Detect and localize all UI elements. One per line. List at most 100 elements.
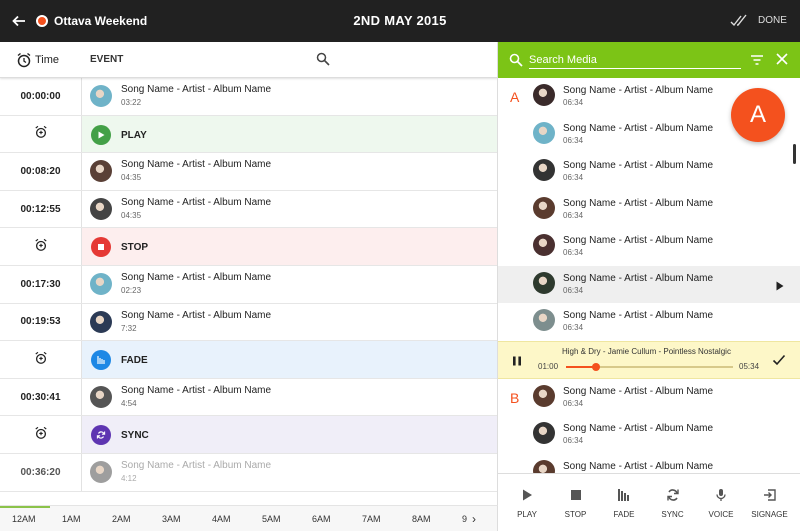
timeline-tick[interactable]: 5AM	[262, 514, 281, 524]
schedule-song-row[interactable]: 00:17:30 Song Name - Artist - Album Name 0…	[0, 265, 497, 304]
album-art-thumbnail	[533, 422, 555, 444]
toolbar-label: SYNC	[661, 510, 684, 519]
album-art-thumbnail	[533, 121, 555, 144]
back-arrow-icon[interactable]	[9, 11, 29, 31]
toolbar-play-button[interactable]: PLAY	[503, 474, 551, 531]
album-art-thumbnail	[90, 385, 112, 408]
play-icon[interactable]	[775, 279, 785, 291]
song-duration: 06:34	[563, 398, 584, 408]
timeline-tick[interactable]: 4AM	[212, 514, 231, 524]
timeline-tick[interactable]: 2AM	[112, 514, 131, 524]
event-cell: FADE	[82, 341, 497, 378]
schedule-song-row[interactable]: 00:12:55 Song Name - Artist - Album Name 0…	[0, 190, 497, 229]
done-button[interactable]: DONE	[758, 15, 787, 26]
signage-icon	[763, 488, 777, 502]
close-icon[interactable]	[776, 53, 788, 65]
alarm-cell	[0, 416, 82, 453]
schedule-song-row[interactable]: 00:36:20 Song Name - Artist - Album Name 4…	[0, 453, 497, 492]
media-list-item[interactable]: Song Name - Artist - Album Name06:34	[498, 416, 800, 454]
media-list-item[interactable]: Song Name - Artist - Album Name 06:34	[498, 228, 800, 266]
done-all-icon[interactable]	[730, 12, 750, 30]
schedule-song-row[interactable]: 00:08:20 Song Name - Artist - Album Name 0…	[0, 153, 497, 191]
media-list-item[interactable]: Song Name - Artist - Album Name06:34	[498, 153, 800, 191]
action-toolbar: PLAY STOP FADE SYNC VOICE SIGNAGE	[498, 473, 800, 531]
time-cell: 00:30:41	[0, 378, 82, 416]
schedule-song-row[interactable]: 00:00:00 Song Name - Artist - Album Name 0…	[0, 78, 497, 116]
schedule-action-row-stop[interactable]: STOP	[0, 228, 497, 266]
media-list-item[interactable]: Song Name - Artist - Album Name06:34	[498, 303, 800, 341]
section-letter: A	[510, 89, 520, 105]
timeline-tick[interactable]: 3AM	[162, 514, 181, 524]
section-letter: B	[510, 389, 520, 406]
song-title: Song Name - Artist - Album Name	[121, 384, 272, 396]
search-icon	[509, 53, 523, 67]
timeline-tick[interactable]: 8AM	[412, 514, 431, 524]
toolbar-sync-button[interactable]: SYNC	[649, 474, 697, 531]
clock-icon	[17, 52, 31, 68]
pause-icon[interactable]	[511, 355, 523, 367]
schedule-date[interactable]: 2ND MAY 2015	[300, 13, 500, 28]
song-title: Song Name - Artist - Album Name	[563, 385, 714, 397]
toolbar-fade-button[interactable]: FADE	[600, 474, 648, 531]
chevron-right-icon[interactable]: ›	[472, 512, 486, 526]
check-icon[interactable]	[772, 354, 786, 366]
event-column-header: EVENT	[90, 54, 124, 65]
timeline-bar[interactable]: 12AM 1AM 2AM 3AM 4AM 5AM 6AM 7AM 8AM 9 ›	[0, 505, 498, 531]
song-duration: 06:34	[563, 248, 584, 257]
scrollbar-thumb[interactable]	[793, 144, 796, 164]
media-list-item[interactable]: Song Name - Artist - Album Name06:34	[498, 265, 800, 303]
schedule-action-row-play[interactable]: PLAY	[0, 115, 497, 154]
alarm-cell	[0, 228, 82, 265]
media-list-item[interactable]: Song Name - Artist - Album Name06:34	[498, 191, 800, 229]
search-icon[interactable]	[316, 52, 330, 66]
timeline-tick[interactable]: 6AM	[312, 514, 331, 524]
schedule-song-row[interactable]: 00:19:53 Song Name - Artist - Album Name 7…	[0, 303, 497, 342]
schedule-action-row-sync[interactable]: SYNC	[0, 416, 497, 454]
schedule-panel: Time EVENT 00:00:00 Song Name - Artist - …	[0, 42, 498, 505]
album-art-thumbnail	[533, 159, 555, 181]
toolbar-voice-button[interactable]: VOICE	[697, 474, 745, 531]
timeline-tick[interactable]: 1AM	[62, 514, 81, 524]
playback-handle[interactable]	[592, 362, 601, 371]
schedule-action-row-fade[interactable]: FADE	[0, 341, 497, 379]
timeline-tick[interactable]: 7AM	[362, 514, 381, 524]
song-title: Song Name - Artist - Album Name	[563, 235, 714, 246]
timeline-tick[interactable]: 9	[462, 514, 467, 524]
toolbar-signage-button[interactable]: SIGNAGE	[746, 474, 794, 531]
toolbar-label: FADE	[613, 510, 635, 519]
album-art-thumbnail	[90, 197, 112, 220]
stop-icon	[569, 488, 583, 502]
song-title: Song Name - Artist - Album Name	[563, 310, 714, 321]
time-column-header: Time	[35, 54, 60, 66]
timeline-tick[interactable]: 12AM	[12, 514, 36, 524]
top-bar: Ottava Weekend 2ND MAY 2015 DONE	[0, 0, 800, 42]
alarm-icon	[34, 351, 48, 368]
alphabet-index-badge: A	[731, 88, 787, 144]
search-media-input[interactable]	[529, 51, 741, 69]
album-art-thumbnail	[90, 85, 112, 107]
toolbar-stop-button[interactable]: STOP	[552, 474, 600, 531]
timeline-progress	[0, 506, 50, 508]
song-title: Song Name - Artist - Album Name	[121, 309, 272, 321]
filter-icon[interactable]	[750, 54, 764, 66]
playback-slider[interactable]	[566, 362, 733, 371]
now-playing-bar: High & Dry - Jamie Cullum - Pointless No…	[498, 340, 800, 379]
schedule-song-row[interactable]: 00:30:41 Song Name - Artist - Album Name 4…	[0, 378, 497, 417]
album-art-thumbnail	[533, 84, 555, 106]
media-search-bar	[498, 42, 800, 78]
alarm-cell	[0, 341, 82, 378]
action-label: PLAY	[121, 129, 147, 141]
time-cell: 00:19:53	[0, 303, 82, 341]
song-title: Song Name - Artist - Album Name	[563, 460, 714, 472]
time-cell: 00:00:00	[0, 78, 82, 115]
event-cell: Song Name - Artist - Album Name 4:54	[82, 379, 497, 416]
event-cell: Song Name - Artist - Album Name 03:22	[82, 78, 497, 115]
song-title: Song Name - Artist - Album Name	[121, 271, 272, 283]
album-art-thumbnail	[533, 234, 555, 256]
media-list-item[interactable]: B Song Name - Artist - Album Name 06:34	[498, 379, 800, 417]
event-cell: PLAY	[82, 115, 497, 153]
toolbar-label: SIGNAGE	[751, 510, 788, 519]
action-label: STOP	[121, 242, 149, 254]
event-cell: Song Name - Artist - Album Name 4:12	[82, 454, 497, 491]
event-cell: STOP	[82, 228, 497, 265]
